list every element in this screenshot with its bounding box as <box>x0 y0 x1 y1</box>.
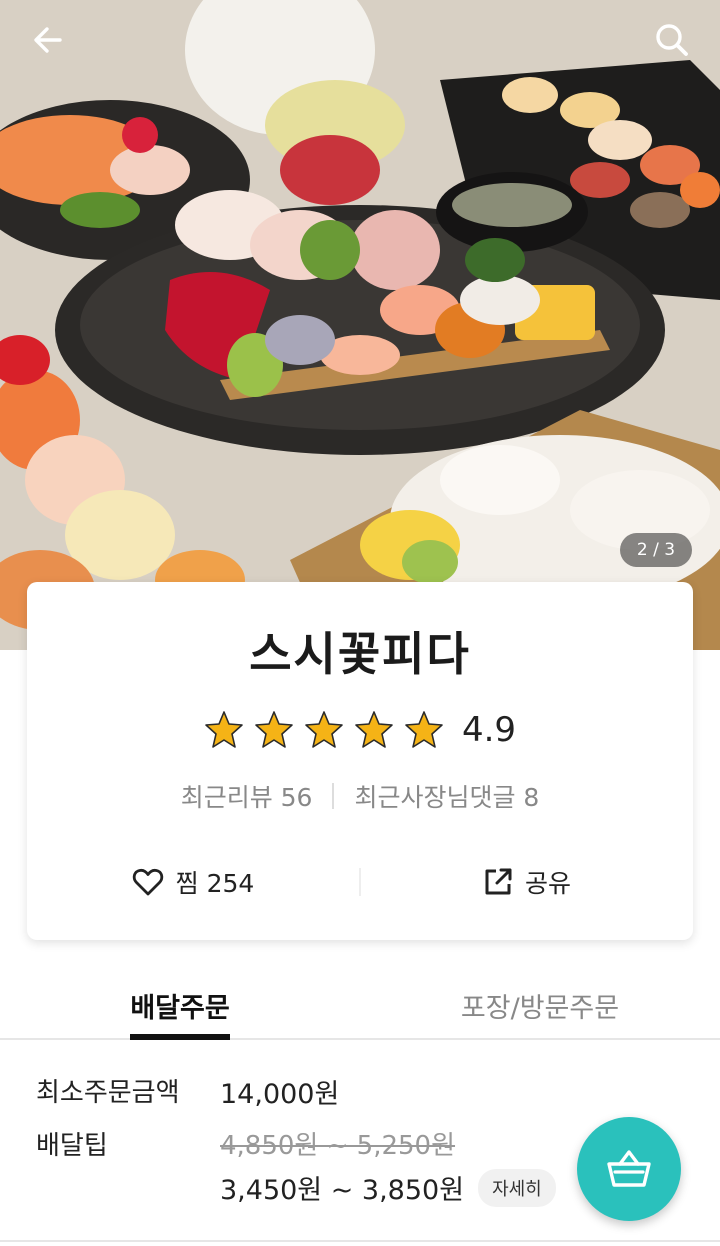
arrow-left-icon <box>34 27 62 53</box>
share-icon <box>485 868 512 895</box>
basket-icon <box>607 1150 651 1187</box>
delivery-tip-label: 배달팁 <box>36 1131 108 1161</box>
search-button[interactable] <box>650 18 694 62</box>
cart-button[interactable] <box>577 1117 681 1221</box>
min-order-row: 최소주문금액 14,000원 <box>36 1072 556 1111</box>
tab-pickup[interactable]: 포장/방문주문 <box>360 970 720 1038</box>
store-photo[interactable]: 2 / 3 <box>0 0 720 650</box>
store-name: 스시꽃피다 <box>249 627 471 681</box>
divider <box>0 1240 720 1242</box>
delivery-info: 최소주문금액 14,000원 배달팁 4,850원 ~ 5,250원 3,450… <box>36 1072 556 1221</box>
order-type-tabs: 배달주문 포장/방문주문 <box>0 970 720 1040</box>
delivery-tip-new: 3,450원 ~ 3,850원 <box>220 1175 465 1206</box>
like-button[interactable]: 찜 254 <box>27 864 359 900</box>
star-icon <box>355 711 393 748</box>
star-icon <box>405 711 443 748</box>
search-icon <box>656 24 688 56</box>
owner-replies-link[interactable]: 최근사장님댓글 8 <box>354 778 539 814</box>
delivery-tip-current: 3,450원 ~ 3,850원 자세히 <box>220 1168 556 1207</box>
tab-label: 포장/방문주문 <box>460 993 620 1024</box>
like-count: 찜 254 <box>175 869 255 898</box>
active-tab-indicator <box>130 1034 230 1040</box>
review-meta: 최근리뷰 56 최근사장님댓글 8 <box>27 778 693 814</box>
store-actions: 찜 254 공유 <box>27 850 693 914</box>
heart-icon <box>132 868 163 896</box>
delivery-tip-old: 4,850원 ~ 5,250원 <box>220 1131 456 1161</box>
star-icon <box>255 711 293 748</box>
min-order-label: 최소주문금액 <box>36 1078 180 1108</box>
star-icon <box>305 711 343 748</box>
share-button[interactable]: 공유 <box>361 864 693 900</box>
back-button[interactable] <box>26 18 70 62</box>
tab-delivery[interactable]: 배달주문 <box>0 970 360 1040</box>
delivery-tip-row: 배달팁 4,850원 ~ 5,250원 3,450원 ~ 3,850원 자세히 <box>36 1125 556 1207</box>
store-info-card: 스시꽃피다 4.9 최근리뷰 56 최근사장님댓글 8 찜 254 공유 <box>27 582 693 940</box>
sushi-platter-image <box>0 0 720 650</box>
min-order-value: 14,000원 <box>220 1079 340 1110</box>
rating-value: 4.9 <box>461 710 517 750</box>
tip-detail-button[interactable]: 자세히 <box>478 1168 556 1207</box>
share-label: 공유 <box>524 869 571 898</box>
rating-row: 4.9 <box>27 710 693 750</box>
image-pager: 2 / 3 <box>620 533 692 567</box>
star-icon <box>205 711 243 748</box>
divider <box>332 783 335 809</box>
delivery-tip-values: 4,850원 ~ 5,250원 3,450원 ~ 3,850원 자세히 <box>220 1125 556 1207</box>
recent-reviews-link[interactable]: 최근리뷰 56 <box>181 778 313 814</box>
tab-label: 배달주문 <box>130 993 230 1024</box>
